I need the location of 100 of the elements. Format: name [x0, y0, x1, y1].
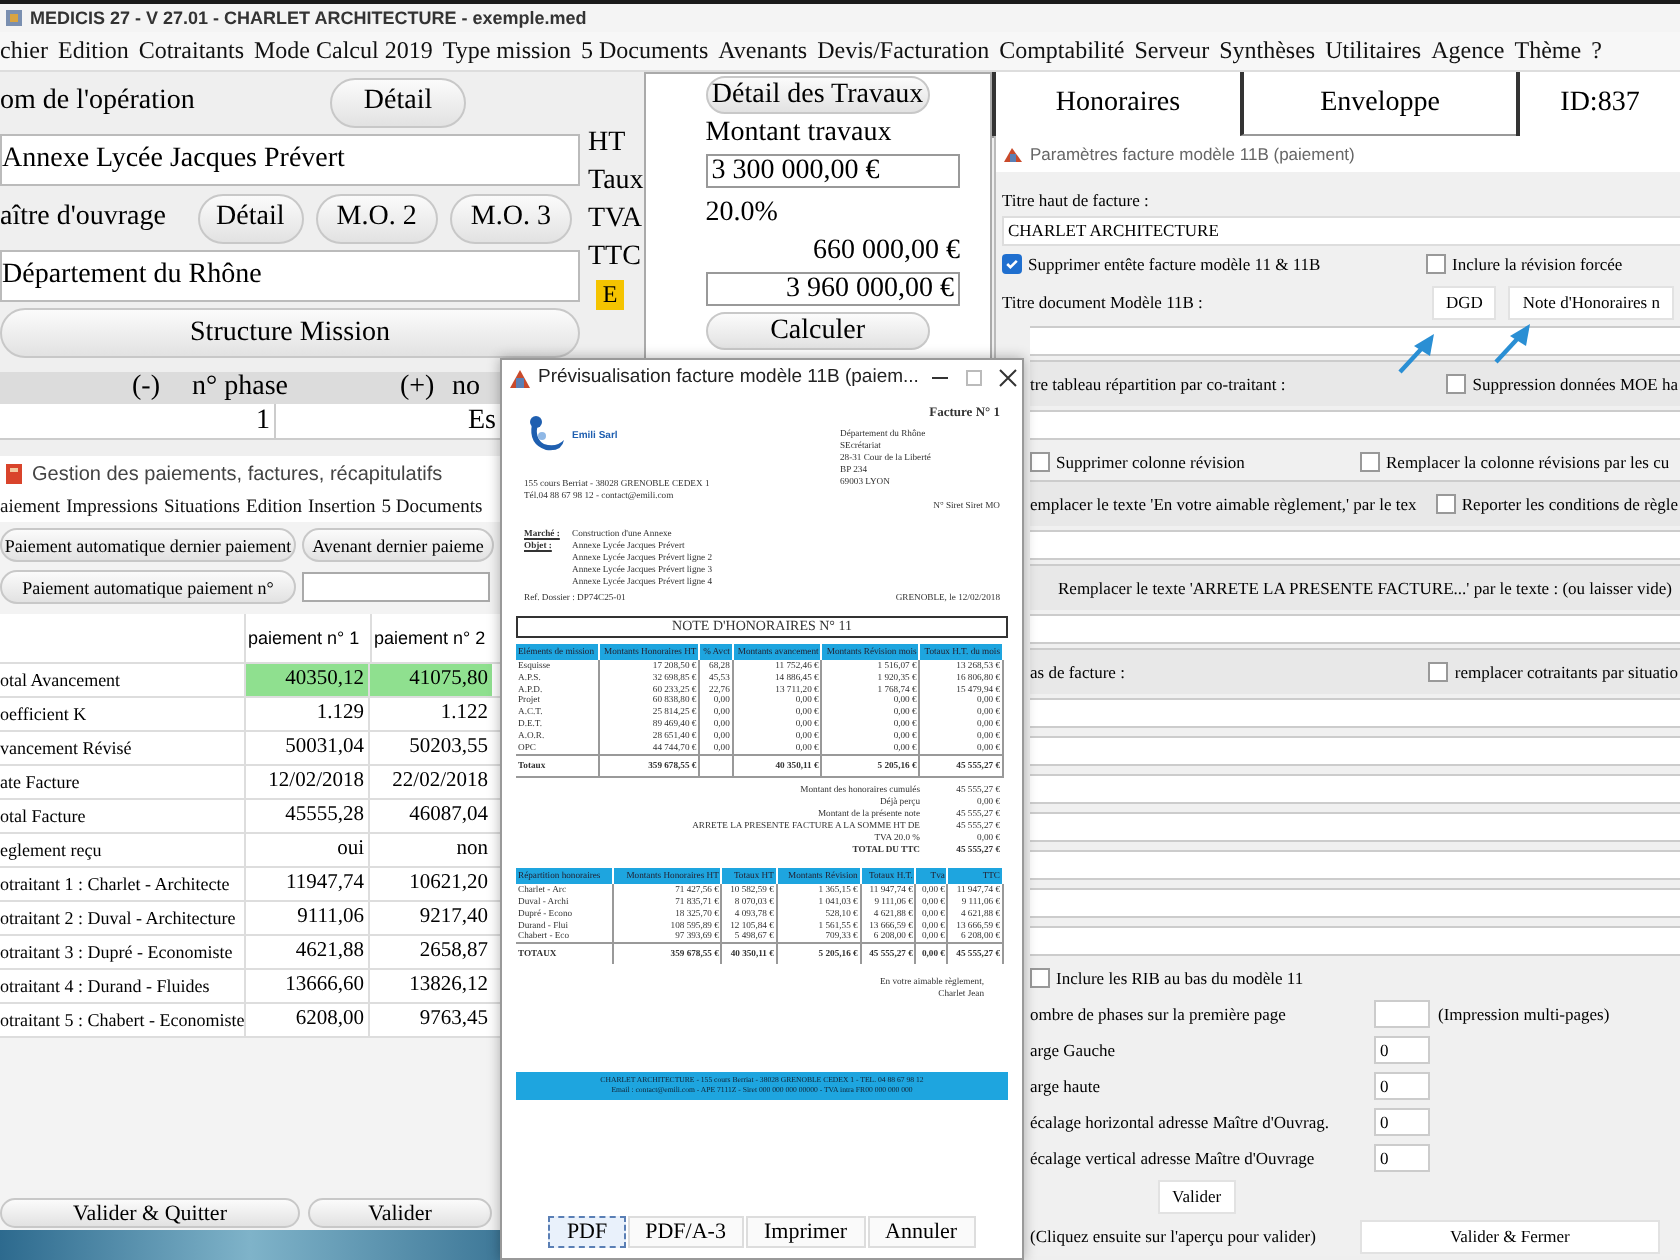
owner-button[interactable]: Détail — [197, 193, 304, 243]
menu-item[interactable]: Thème — [1514, 36, 1582, 66]
title-option-button[interactable]: Note d'Honoraires n — [1508, 285, 1674, 319]
maximize-icon — [963, 367, 984, 387]
amendment-button[interactable]: Avenant dernier paieme — [302, 528, 494, 562]
validate-close-button[interactable]: Valider & Fermer — [1359, 1219, 1660, 1253]
field-label: Titre document Modèle 11B : — [1002, 292, 1205, 312]
checkbox-label: Inclure les RIB au bas du modèle 11 — [1056, 968, 1304, 988]
number-field[interactable]: 0 — [1374, 1036, 1430, 1064]
menu-item[interactable]: Serveur — [1134, 36, 1210, 66]
structure-mission-button[interactable]: Structure Mission — [0, 308, 580, 358]
text-field[interactable] — [1030, 812, 1680, 842]
menu-item[interactable]: Devis/Facturation — [817, 36, 990, 66]
column-header[interactable]: (-) — [132, 372, 192, 404]
validate-button[interactable]: Valider — [308, 1198, 492, 1228]
menu-item[interactable]: Synthèses — [1219, 36, 1316, 66]
export-button[interactable]: PDF/A-3 — [627, 1216, 744, 1248]
window-icon — [4, 462, 24, 486]
title-option-button[interactable]: DGD — [1432, 285, 1497, 319]
auto-payment-button[interactable]: Paiement automatique dernier paiement — [0, 528, 296, 562]
table-cell: 10621,20 — [368, 868, 492, 900]
column-header: no — [452, 372, 480, 404]
amount-field[interactable]: 3 300 000,00 € — [705, 154, 960, 188]
text-field[interactable] — [1030, 410, 1680, 440]
menu-item[interactable]: ? — [1591, 36, 1602, 66]
calculate-button[interactable]: Calculer — [705, 312, 930, 350]
invoice-header-field[interactable]: CHARLET ARCHITECTURE — [1002, 216, 1680, 246]
menu-item[interactable]: Comptabilité — [999, 36, 1125, 66]
menu-item[interactable]: Situations — [164, 497, 241, 517]
export-button[interactable]: Annuler — [867, 1216, 976, 1248]
table-cell: 1.129 — [244, 698, 368, 730]
checkbox[interactable] — [1002, 254, 1022, 274]
column-header: paiement n° 2 — [370, 614, 496, 662]
checkbox[interactable] — [1428, 662, 1449, 682]
export-button[interactable]: Imprimer — [745, 1216, 866, 1248]
window-title: Paramètres facture modèle 11B (paiement) — [1030, 144, 1355, 164]
table-cell: 1 — [0, 404, 276, 438]
works-detail-button[interactable]: Détail des Travaux — [705, 76, 930, 114]
text-field[interactable] — [1030, 614, 1680, 644]
validate-button[interactable]: Valider & Quitter — [0, 1198, 300, 1228]
text-field[interactable] — [1030, 888, 1680, 918]
field-label: as de facture : — [1030, 662, 1125, 682]
menu-item[interactable]: Impressions — [66, 497, 158, 517]
table-cell-text: Es — [466, 404, 496, 438]
text-field[interactable] — [1030, 530, 1680, 560]
checkbox-label: Supprimer colonne révision — [1056, 452, 1245, 472]
window-icon — [508, 365, 532, 389]
menu-item[interactable]: Utilitaires — [1325, 36, 1422, 66]
number-field[interactable]: 0 — [1374, 1108, 1430, 1136]
checkbox[interactable] — [1446, 374, 1467, 394]
menu-item[interactable]: 5 Documents — [381, 497, 483, 517]
validate-button[interactable]: Valider — [1158, 1179, 1236, 1213]
text-field[interactable] — [1030, 774, 1680, 804]
checkbox[interactable] — [1030, 968, 1050, 988]
number-field[interactable]: 0 — [1374, 1144, 1430, 1172]
export-button[interactable]: PDF — [548, 1216, 626, 1248]
table-cell: non — [368, 834, 492, 866]
table-cell: 1.122 — [368, 698, 492, 730]
row-label: eglement reçu — [0, 838, 104, 864]
checkbox[interactable] — [1360, 452, 1380, 472]
menu-item[interactable]: Avenants — [718, 36, 808, 66]
field-label: om de l'opération — [0, 86, 197, 118]
owner-field[interactable]: Département du Rhône — [0, 250, 580, 302]
menu-item[interactable]: chier — [0, 36, 48, 66]
menu-item[interactable]: Cotraitants — [138, 36, 244, 66]
payment-number-field[interactable] — [302, 572, 490, 602]
checkbox-label: Inclure la révision forcée — [1452, 254, 1623, 274]
menu-item[interactable]: aiement — [0, 497, 61, 517]
menu-item[interactable]: Mode Calcul 2019 — [254, 36, 433, 66]
menu-item[interactable]: Insertion — [308, 497, 376, 517]
app-icon — [4, 8, 24, 28]
menu-item[interactable]: 5 Documents — [581, 36, 709, 66]
detail-button[interactable]: Détail — [330, 77, 466, 127]
field-label: aître d'ouvrage — [0, 202, 168, 234]
owner-button[interactable]: M.O. 2 — [315, 193, 438, 243]
row-label: otal Avancement — [0, 668, 123, 694]
text-field[interactable] — [1030, 736, 1680, 766]
number-field[interactable]: 0 — [1374, 1072, 1430, 1100]
menu-item[interactable]: Edition — [246, 497, 302, 517]
operation-name-field[interactable]: Annexe Lycée Jacques Prévert — [0, 134, 580, 186]
column-header[interactable]: (+) — [400, 372, 452, 404]
text-field[interactable] — [1030, 326, 1680, 356]
menu-item[interactable]: Type mission — [442, 36, 571, 66]
checkbox[interactable] — [1435, 494, 1456, 514]
total-field[interactable]: 3 960 000,00 € — [705, 272, 960, 306]
checkbox-label: Supprimer entête facture modèle 11 & 11B — [1028, 254, 1321, 274]
auto-payment-button[interactable]: Paiement automatique paiement n° — [0, 570, 296, 604]
amount-label: TVA — [588, 204, 644, 238]
amount-label: Taux — [588, 166, 644, 200]
text-field[interactable] — [1030, 926, 1680, 956]
menu-item[interactable]: Edition — [57, 36, 129, 66]
text-field[interactable] — [1030, 698, 1680, 728]
rate-value: 20.0% — [705, 196, 780, 232]
number-field[interactable] — [1374, 1000, 1430, 1028]
owner-button[interactable]: M.O. 3 — [449, 193, 573, 243]
row-label: oefficient K — [0, 702, 89, 728]
text-field[interactable] — [1030, 850, 1680, 880]
checkbox[interactable] — [1030, 452, 1050, 472]
menu-item[interactable]: Agence — [1431, 36, 1505, 66]
checkbox[interactable] — [1426, 254, 1446, 274]
